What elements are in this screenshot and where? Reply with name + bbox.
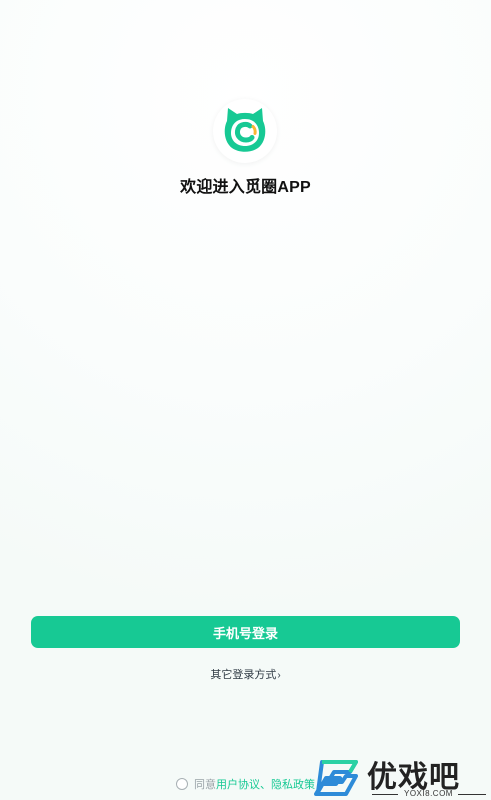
other-login-methods-link[interactable]: 其它登录方式› [0,666,491,682]
welcome-title: 欢迎进入觅圈APP [180,179,311,196]
agreement-prefix: 同意 [194,779,216,791]
chevron-right-icon: › [277,670,281,681]
watermark-rule-left [372,794,398,795]
watermark-url: YOXI8.COM [404,789,453,798]
user-agreement-link[interactable]: 用户协议 [216,776,260,792]
watermark-rule-right [458,794,486,795]
other-login-label: 其它登录方式 [210,669,277,681]
privacy-policy-link[interactable]: 隐私政策 [271,776,315,792]
login-screen: 欢迎进入觅圈APP 手机号登录 其它登录方式› 同意 用户协议 、 隐私政策 优… [0,0,491,800]
cat-circle-logo-icon [224,108,266,152]
agree-radio[interactable] [176,778,188,790]
phone-login-button[interactable]: 手机号登录 [31,616,460,648]
watermark-logo-icon [314,760,358,796]
agreement-row: 同意 用户协议 、 隐私政策 [176,776,315,792]
agreement-separator: 、 [260,779,271,791]
app-logo [213,99,277,163]
watermark: 优戏吧 YOXI8.COM [312,752,491,800]
